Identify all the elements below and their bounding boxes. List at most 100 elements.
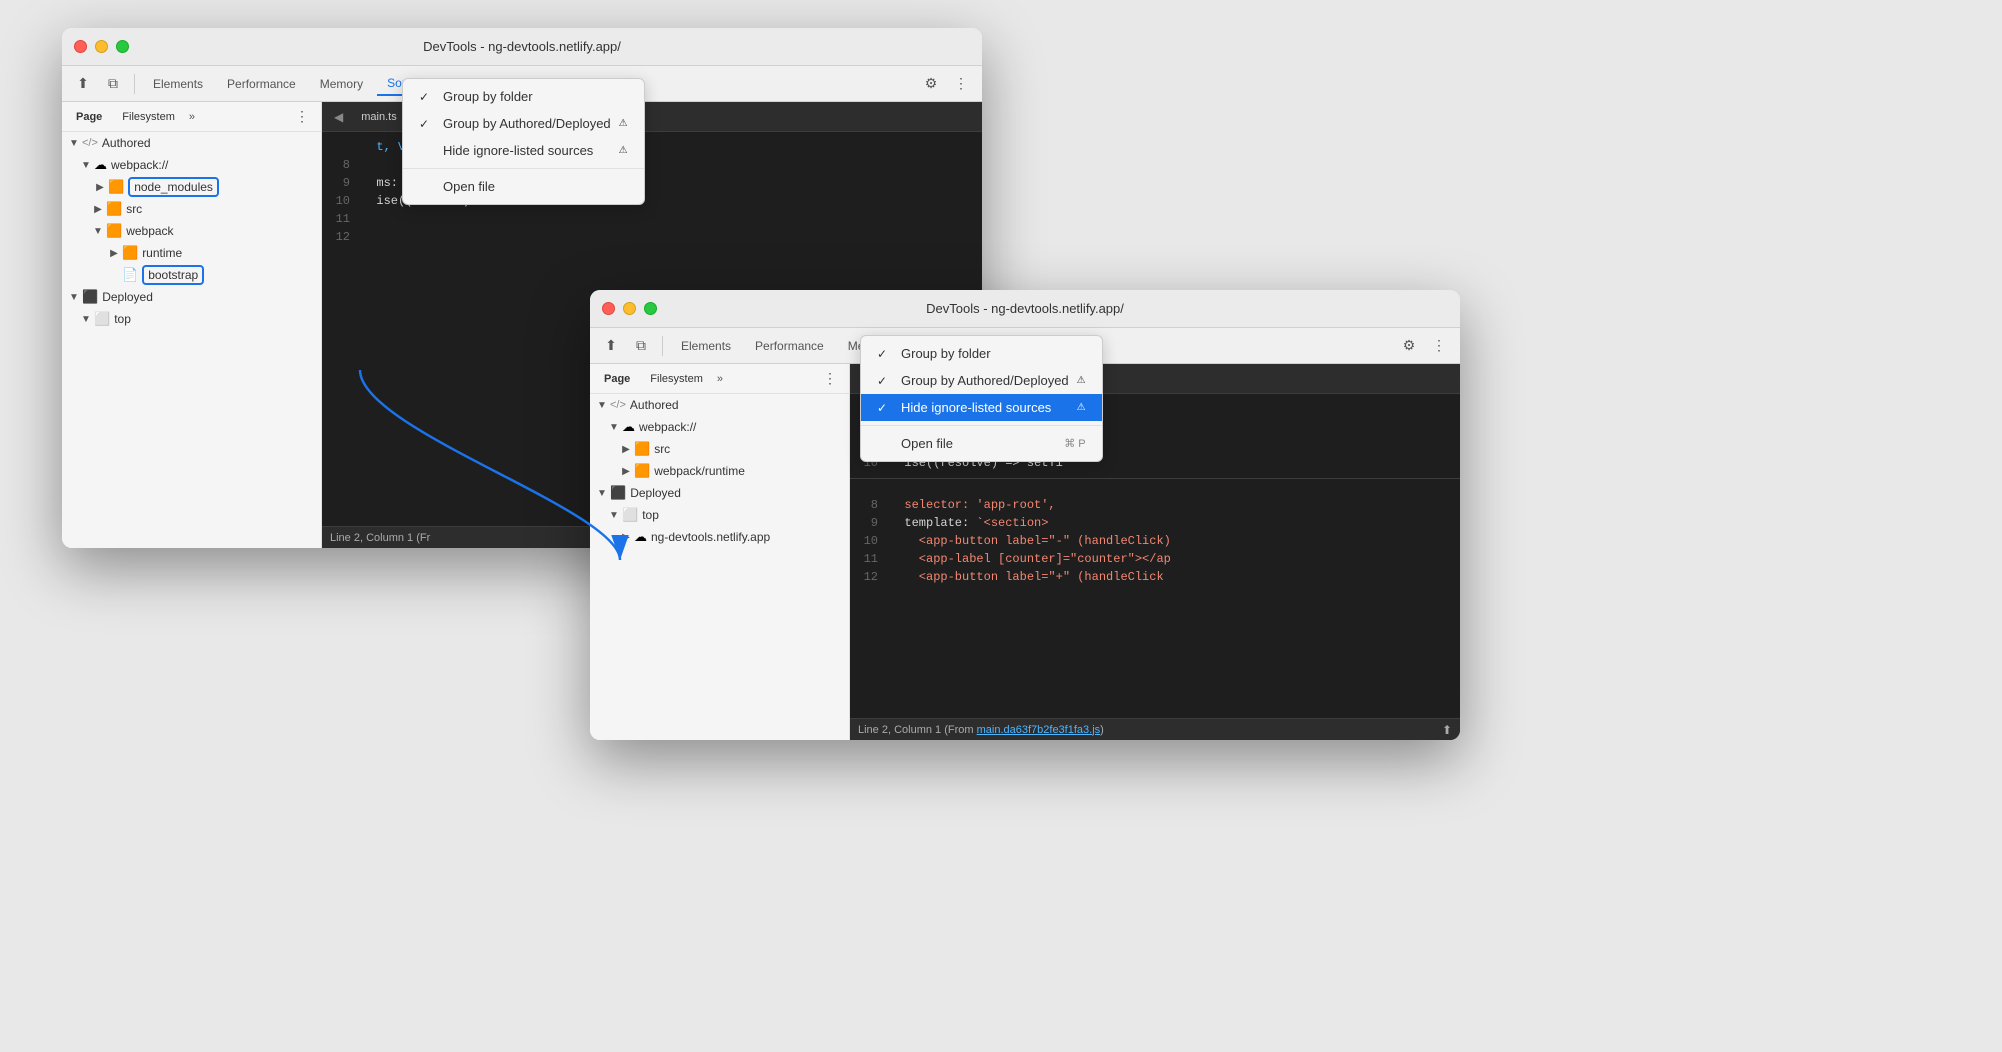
tree-item-deployed[interactable]: ▼ ⬛ Deployed: [62, 286, 321, 308]
tree-item-src[interactable]: ▶ 🟧 src: [62, 198, 321, 220]
status-link[interactable]: main.da63f7b2fe3f1fa3.js: [977, 724, 1101, 736]
code-line: 11 <app-label [counter]="counter"></ap: [850, 552, 1460, 570]
sub-menu-btn-1[interactable]: ⋮: [291, 106, 313, 127]
nav-back-btn[interactable]: ◀: [330, 108, 347, 126]
close-button-1[interactable]: [74, 40, 87, 53]
check-icon: ✓: [877, 374, 893, 388]
minimize-button-1[interactable]: [95, 40, 108, 53]
expand-icon: ▶: [618, 466, 634, 477]
tab-performance-2[interactable]: Performance: [745, 335, 834, 357]
cursor-icon-2[interactable]: ⬆: [598, 333, 624, 359]
titlebar-1: DevTools - ng-devtools.netlify.app/: [62, 28, 982, 66]
window-title-1: DevTools - ng-devtools.netlify.app/: [423, 39, 621, 54]
close-button-2[interactable]: [602, 302, 615, 315]
menu-label: Hide ignore-listed sources: [443, 143, 611, 158]
file-tree-1: ▼ </> Authored ▼ ☁ webpack:// ▶ 🟧 node_m…: [62, 132, 321, 330]
square-icon: ⬜: [622, 507, 638, 523]
gear-icon-2[interactable]: ⚙: [1396, 333, 1422, 359]
sub-menu-btn-2[interactable]: ⋮: [819, 368, 841, 389]
toolbar-right-1: ⚙ ⋮: [918, 71, 974, 97]
file-tree-panel-2: Page Filesystem » ⋮ ▼ </> Authored ▼: [590, 364, 850, 740]
tree-item-top[interactable]: ▼ ⬜ top: [62, 308, 321, 330]
layers-icon-2[interactable]: ⧉: [628, 333, 654, 359]
expand-icon: ▼: [66, 292, 82, 303]
check-icon: ✓: [877, 401, 893, 415]
expand-icon: ▶: [90, 204, 106, 215]
sub-more-1[interactable]: »: [189, 111, 195, 123]
page-tab-2[interactable]: Page: [598, 371, 636, 387]
menu-open-file-2[interactable]: Open file ⌘ P: [861, 430, 1102, 457]
devtools-window-2[interactable]: DevTools - ng-devtools.netlify.app/ ⬆ ⧉ …: [590, 290, 1460, 740]
menu-divider-2: [861, 425, 1102, 426]
maximize-button-2[interactable]: [644, 302, 657, 315]
menu-group-by-folder[interactable]: ✓ Group by folder: [403, 102, 644, 110]
traffic-lights-2[interactable]: [602, 302, 657, 315]
tab-memory-1[interactable]: Memory: [310, 73, 373, 95]
line-number: 8: [322, 158, 362, 172]
line-number: 11: [322, 212, 362, 226]
menu-hide-ignore-2[interactable]: ✓ Hide ignore-listed sources ⚠: [861, 394, 1102, 421]
sub-more-2[interactable]: »: [717, 373, 723, 385]
more-icon-2[interactable]: ⋮: [1426, 333, 1452, 359]
gear-icon-1[interactable]: ⚙: [918, 71, 944, 97]
toolbar-separator: [134, 74, 135, 94]
tab-performance-1[interactable]: Performance: [217, 73, 306, 95]
tree-item-runtime[interactable]: ▶ 🟧 runtime: [62, 242, 321, 264]
expand-icon: ▶: [618, 532, 634, 543]
tree-item-webpack-runtime-2[interactable]: ▶ 🟧 webpack/runtime: [590, 460, 849, 482]
filesystem-tab-2[interactable]: Filesystem: [644, 371, 709, 387]
tree-item-node-modules[interactable]: ▶ 🟧 node_modules: [62, 176, 321, 198]
cloud-icon: ☁: [622, 419, 635, 435]
cursor-icon[interactable]: ⬆: [70, 71, 96, 97]
cube-icon: ⬛: [610, 485, 626, 501]
menu-label: Open file: [443, 179, 628, 194]
sub-toolbar-1: Page Filesystem » ⋮: [62, 102, 321, 132]
tree-item-top-2[interactable]: ▼ ⬜ top: [590, 504, 849, 526]
file-tree-2: ▼ </> Authored ▼ ☁ webpack:// ▶ 🟧 src: [590, 394, 849, 548]
line-number: 11: [850, 552, 890, 566]
warn-icon: ⚠: [1077, 375, 1086, 386]
deployed-label: Deployed: [102, 290, 153, 304]
tab-label: main.ts: [361, 111, 396, 123]
webpack-label-2: webpack://: [639, 420, 696, 434]
tree-item-webpack-folder[interactable]: ▼ 🟧 webpack: [62, 220, 321, 242]
tab-elements-1[interactable]: Elements: [143, 73, 213, 95]
node-modules-label: node_modules: [128, 177, 219, 197]
webpack-folder-label: webpack: [126, 224, 173, 238]
maximize-button-1[interactable]: [116, 40, 129, 53]
code-text: template: `<section>: [890, 516, 1460, 530]
filesystem-tab-1[interactable]: Filesystem: [116, 109, 181, 125]
context-menu-1: ✓ Group by folder ✓ Group by Authored/De…: [402, 102, 645, 205]
menu-hide-ignore[interactable]: Hide ignore-listed sources ⚠: [403, 137, 644, 164]
tree-item-ng-devtools-2[interactable]: ▶ ☁ ng-devtools.netlify.app: [590, 526, 849, 548]
menu-group-by-authored[interactable]: ✓ Group by Authored/Deployed ⚠: [403, 110, 644, 137]
tree-item-authored-2[interactable]: ▼ </> Authored: [590, 394, 849, 416]
tree-item-webpack-2[interactable]: ▼ ☁ webpack://: [590, 416, 849, 438]
shortcut-label: ⌘ P: [1064, 437, 1085, 450]
expand-icon: ▼: [594, 400, 610, 411]
webpack-runtime-label: webpack/runtime: [654, 464, 745, 478]
expand-icon[interactable]: ⬆: [1442, 723, 1452, 737]
menu-group-by-authored-2[interactable]: ✓ Group by Authored/Deployed ⚠: [861, 367, 1102, 394]
folder-icon: 🟧: [122, 245, 138, 261]
authored-label: Authored: [102, 136, 151, 150]
menu-open-file[interactable]: Open file: [403, 173, 644, 200]
layers-icon[interactable]: ⧉: [100, 71, 126, 97]
tree-item-authored[interactable]: ▼ </> Authored: [62, 132, 321, 154]
expand-icon: ▼: [66, 138, 82, 149]
tree-item-deployed-2[interactable]: ▼ ⬛ Deployed: [590, 482, 849, 504]
more-icon-1[interactable]: ⋮: [948, 71, 974, 97]
folder-icon: 🟧: [108, 179, 124, 195]
traffic-lights-1[interactable]: [74, 40, 129, 53]
cloud-icon: ☁: [634, 529, 647, 545]
warn-icon: ⚠: [619, 145, 628, 156]
main-ts-tab[interactable]: main.ts: [351, 107, 406, 127]
tree-item-bootstrap[interactable]: ▶ 📄 bootstrap: [62, 264, 321, 286]
runtime-label: runtime: [142, 246, 182, 260]
cube-icon: ⬛: [82, 289, 98, 305]
minimize-button-2[interactable]: [623, 302, 636, 315]
tab-elements-2[interactable]: Elements: [671, 335, 741, 357]
tree-item-webpack[interactable]: ▼ ☁ webpack://: [62, 154, 321, 176]
tree-item-src-2[interactable]: ▶ 🟧 src: [590, 438, 849, 460]
page-tab-1[interactable]: Page: [70, 109, 108, 125]
